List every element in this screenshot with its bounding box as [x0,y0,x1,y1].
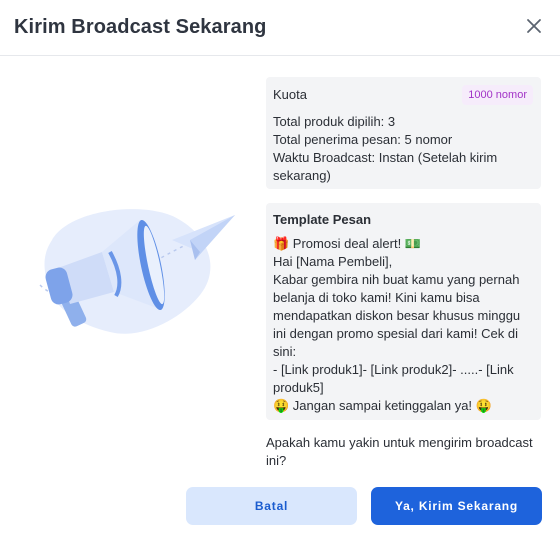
broadcast-time: Waktu Broadcast: Instan (Setelah kirim s… [273,150,498,183]
template-line: - [Link produk1]- [Link produk2]- .....-… [273,362,514,395]
template-card: Template Pesan 🎁 Promosi deal alert! 💵 H… [266,203,541,420]
template-line: Kabar gembira nih buat kamu yang pernah … [273,272,521,359]
total-products: Total produk dipilih: 3 [273,114,396,129]
send-now-button[interactable]: Ya, Kirim Sekarang [371,487,542,525]
megaphone-illustration [30,200,250,350]
template-body: 🎁 Promosi deal alert! 💵 Hai [Nama Pembel… [273,235,535,415]
template-line: 🤑 Jangan sampai ketinggalan ya! 🤑 [273,398,492,413]
quota-label: Kuota [273,87,307,102]
template-line: Hai [Nama Pembeli], [273,254,393,269]
template-title: Template Pesan [273,212,372,227]
broadcast-modal: Kirim Broadcast Sekarang Kuota 1000 nomo… [0,0,560,540]
quota-details: Total produk dipilih: 3 Total penerima p… [273,113,533,185]
modal-header: Kirim Broadcast Sekarang [0,0,560,56]
close-icon [527,19,541,33]
total-recipients: Total penerima pesan: 5 nomor [273,132,453,147]
modal-title: Kirim Broadcast Sekarang [14,16,267,38]
cancel-button[interactable]: Batal [186,487,357,525]
quota-card: Kuota 1000 nomor Total produk dipilih: 3… [266,77,541,189]
quota-badge: 1000 nomor [462,85,533,105]
template-line: 🎁 Promosi deal alert! 💵 [273,236,421,251]
confirm-question: Apakah kamu yakin untuk mengirim broadca… [266,435,533,468]
close-button[interactable] [522,14,546,38]
